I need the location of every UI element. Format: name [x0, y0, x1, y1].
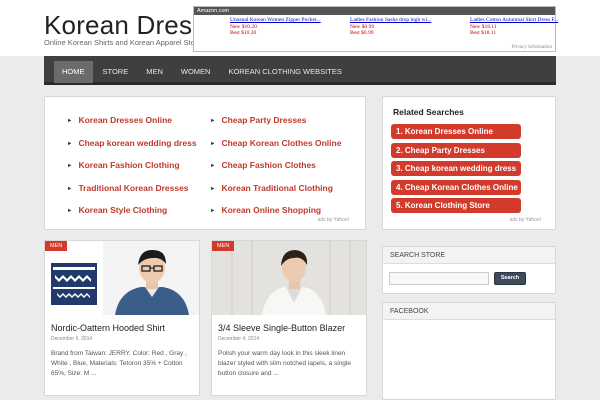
sponsored-link-label: Korean Dresses Online	[78, 115, 172, 125]
related-searches-list: 1. Korean Dresses Online 2. Cheap Party …	[391, 124, 521, 217]
post-excerpt: Polish your warm day look in this sleek …	[218, 350, 351, 377]
arrow-right-icon: ►	[67, 185, 73, 192]
post-thumbnail-image	[45, 241, 199, 315]
sponsored-link-label: Cheap korean wedding dress	[78, 137, 197, 148]
nav-item-home[interactable]: HOME	[54, 61, 93, 83]
sponsored-link-label: Cheap Party Dresses	[221, 115, 307, 125]
post-title[interactable]: Nordic-Oattern Hooded Shirt	[51, 323, 165, 333]
sponsored-link[interactable]: ► Korean Style Clothing	[67, 205, 217, 228]
related-search-item[interactable]: 5. Korean Clothing Store	[391, 198, 521, 213]
sponsored-link-label: Cheap Fashion Clothes	[221, 160, 316, 170]
link-units-panel: ► Korean Dresses Online ► Cheap korean wed…	[44, 96, 366, 230]
post-thumbnail[interactable]	[45, 241, 199, 315]
search-store-widget: SEARCH STORE Search	[382, 246, 556, 294]
post-excerpt: Brand from Taiwan: JERRY. Color: Red , G…	[51, 350, 187, 377]
link-column: ► Korean Dresses Online ► Cheap korean wed…	[67, 115, 217, 228]
arrow-right-icon: ►	[67, 208, 73, 214]
main-nav: HOME STORE MEN WOMEN KOREAN CLOTHING WEB…	[44, 56, 556, 85]
ad-item[interactable]: Ladies Cotton Autumnal Skirt Dress F... …	[470, 17, 570, 37]
related-search-item[interactable]: 4. Cheap Korean Clothes Online	[391, 179, 521, 195]
post-thumbnail[interactable]	[212, 241, 366, 315]
search-button[interactable]: Search	[494, 272, 526, 285]
related-searches-title: Related Searches	[393, 107, 464, 117]
sponsored-link[interactable]: ► Cheap Fashion Clothes	[210, 160, 360, 183]
nav-item-store[interactable]: STORE	[95, 61, 137, 83]
ad-privacy-link[interactable]: Privacy Information	[512, 45, 552, 50]
site-header: Korean Dresses Online Korean Shirts and …	[0, 0, 600, 56]
site-tagline: Online Korean Shirts and Korean Apparel …	[44, 38, 202, 47]
ad-item-best-price: Best $0.99	[350, 30, 374, 36]
sponsored-link-label: Korean Fashion Clothing	[78, 160, 180, 170]
arrow-right-icon: ►	[210, 118, 216, 124]
ad-header[interactable]: Amazon.com	[194, 7, 555, 15]
sponsored-link[interactable]: ► Cheap Korean Clothes Online	[210, 138, 360, 161]
ads-by-yahoo[interactable]: ads by Yahoo!	[317, 217, 349, 223]
sponsored-link-label: Korean Online Shopping	[221, 205, 322, 215]
ad-item-title[interactable]: Unusual Korean Women Zipper Pocket...	[230, 17, 330, 24]
link-column: ► Cheap Party Dresses ► Cheap Korean Cloth…	[210, 115, 360, 228]
sponsored-link[interactable]: ► Korean Fashion Clothing	[67, 160, 217, 183]
ads-by-yahoo[interactable]: ads by Yahoo!	[509, 217, 541, 223]
widget-title: FACEBOOK	[383, 303, 555, 320]
sponsored-link[interactable]: ► Cheap korean wedding dress	[67, 138, 217, 161]
post-card: MEN 3/4 Sleeve Single-Button Blazer Dece…	[211, 240, 367, 396]
arrow-right-icon: ►	[210, 185, 216, 192]
nav-item-women[interactable]: WOMEN	[173, 61, 219, 83]
ad-item[interactable]: Unusual Korean Women Zipper Pocket... Ne…	[230, 17, 330, 37]
ad-item-best-price: Best $18.11	[470, 30, 497, 36]
arrow-right-icon: ►	[210, 140, 216, 147]
arrow-right-icon: ►	[67, 140, 73, 147]
post-card: MEN Nordic-Oattern Hooded Shirt December…	[44, 240, 200, 396]
sponsored-link[interactable]: ► Traditional Korean Dresses	[67, 183, 217, 206]
sponsored-link[interactable]: ► Korean Dresses Online	[67, 115, 217, 138]
ad-item-title[interactable]: Ladies Cotton Autumnal Skirt Dress F...	[470, 17, 570, 24]
search-input[interactable]	[389, 272, 489, 285]
sponsored-link-label: Traditional Korean Dresses	[78, 182, 189, 193]
arrow-right-icon: ►	[210, 208, 216, 214]
post-thumbnail-image	[212, 241, 366, 315]
post-title[interactable]: 3/4 Sleeve Single-Button Blazer	[218, 323, 345, 333]
widget-title: SEARCH STORE	[383, 247, 555, 264]
related-search-item[interactable]: 2. Cheap Party Dresses	[391, 142, 521, 158]
sponsored-link-label: Korean Style Clothing	[78, 205, 168, 215]
post-category-tag[interactable]: MEN	[212, 241, 235, 251]
nav-item-men[interactable]: MEN	[138, 61, 171, 83]
amazon-ad-unit: Amazon.com Unusual Korean Women Zipper P…	[193, 6, 558, 52]
sponsored-link[interactable]: ► Korean Traditional Clothing	[210, 183, 360, 206]
post-date: December 4, 2014	[218, 336, 260, 342]
related-search-item[interactable]: 1. Korean Dresses Online	[391, 124, 521, 139]
sponsored-link-label: Cheap Korean Clothes Online	[221, 137, 342, 148]
sponsored-link[interactable]: ► Cheap Party Dresses	[210, 115, 360, 138]
ad-item-best-price: Best $10.20	[230, 30, 257, 36]
arrow-right-icon: ►	[210, 163, 216, 169]
related-search-item[interactable]: 3. Cheap korean wedding dress	[391, 161, 521, 176]
arrow-right-icon: ►	[67, 118, 73, 124]
nav-item-korean-clothing-websites[interactable]: KOREAN CLOTHING WEBSITES	[220, 61, 349, 83]
related-searches-panel: Related Searches 1. Korean Dresses Onlin…	[382, 96, 556, 230]
facebook-widget: FACEBOOK	[382, 302, 556, 400]
ad-item[interactable]: Ladies Fashion Sasha drop high wi... New…	[350, 17, 450, 37]
post-category-tag[interactable]: MEN	[45, 241, 68, 251]
arrow-right-icon: ►	[67, 163, 73, 169]
post-date: December 6, 2014	[51, 336, 93, 342]
sponsored-link-label: Korean Traditional Clothing	[221, 182, 333, 193]
